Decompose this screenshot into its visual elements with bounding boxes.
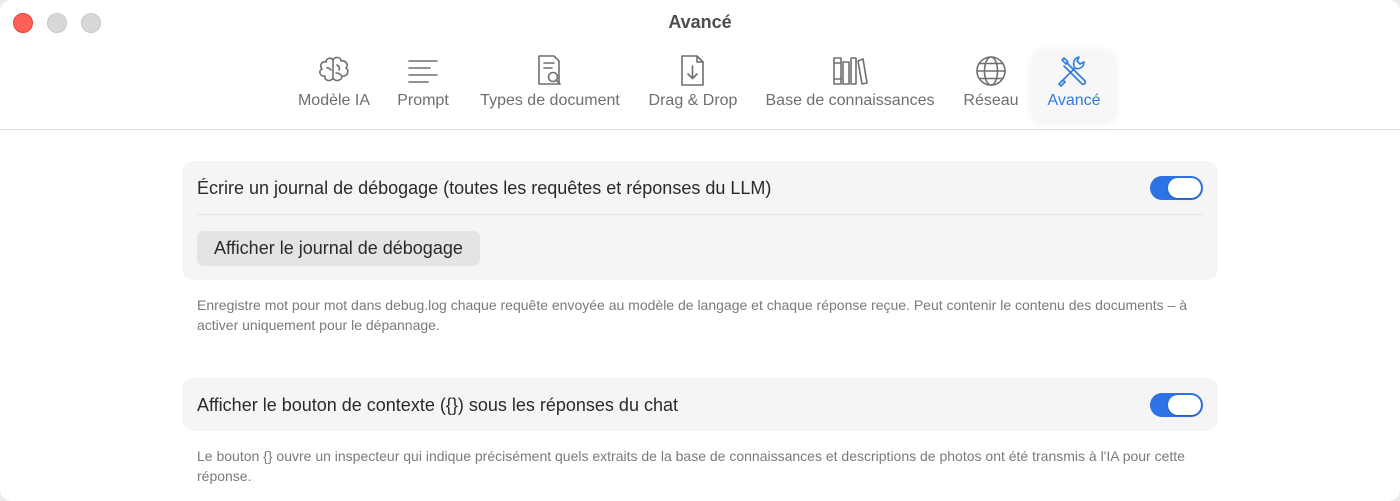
globe-icon (974, 50, 1008, 92)
tab-types-de-document[interactable]: Types de document (472, 50, 628, 120)
debug-log-group: Écrire un journal de débogage (toutes le… (182, 161, 1218, 280)
tab-label: Types de document (480, 92, 620, 109)
books-icon (831, 50, 869, 92)
tab-modele-ia[interactable]: Modèle IA (292, 50, 376, 120)
settings-content: Écrire un journal de débogage (toutes le… (0, 131, 1400, 501)
divider (197, 214, 1203, 215)
tab-label: Prompt (397, 92, 449, 109)
document-download-icon (678, 50, 708, 92)
tab-label: Drag & Drop (648, 92, 738, 109)
context-button-toggle[interactable] (1150, 393, 1203, 417)
text-lines-icon (406, 50, 440, 92)
tab-prompt[interactable]: Prompt (392, 50, 454, 120)
preferences-window: Avancé Modèle IA Prompt Types de documen… (0, 0, 1400, 501)
tab-label: Avancé (1047, 92, 1101, 109)
context-button-note: Le bouton {} ouvre un inspecteur qui ind… (197, 448, 1185, 484)
tab-base-de-connaissances[interactable]: Base de connaissances (758, 50, 942, 120)
context-button-toggle-label: Afficher le bouton de contexte ({}) sous… (197, 395, 678, 415)
tab-label: Modèle IA (297, 92, 371, 109)
tab-label: Réseau (963, 92, 1019, 109)
window-title: Avancé (668, 12, 732, 32)
tab-label: Base de connaissances (765, 92, 935, 109)
context-button-group: Afficher le bouton de contexte ({}) sous… (182, 378, 1218, 431)
tab-reseau[interactable]: Réseau (958, 50, 1024, 120)
debug-log-note: Enregistre mot pour mot dans debug.log c… (197, 297, 1188, 333)
tab-avance[interactable]: Avancé (1033, 50, 1115, 120)
toggle-knob (1168, 395, 1201, 415)
tools-icon (1055, 50, 1093, 92)
debug-log-toggle-label: Écrire un journal de débogage (toutes le… (197, 178, 772, 198)
toggle-knob (1168, 178, 1201, 198)
debug-log-toggle[interactable] (1150, 176, 1203, 200)
title-bar: Avancé Modèle IA Prompt Types de documen… (0, 0, 1400, 130)
brain-icon (314, 50, 354, 92)
document-search-icon (535, 50, 565, 92)
show-debug-log-button[interactable]: Afficher le journal de débogage (197, 231, 480, 266)
tab-drag-drop[interactable]: Drag & Drop (644, 50, 742, 120)
preferences-toolbar: Modèle IA Prompt Types de document Drag … (0, 50, 1400, 124)
